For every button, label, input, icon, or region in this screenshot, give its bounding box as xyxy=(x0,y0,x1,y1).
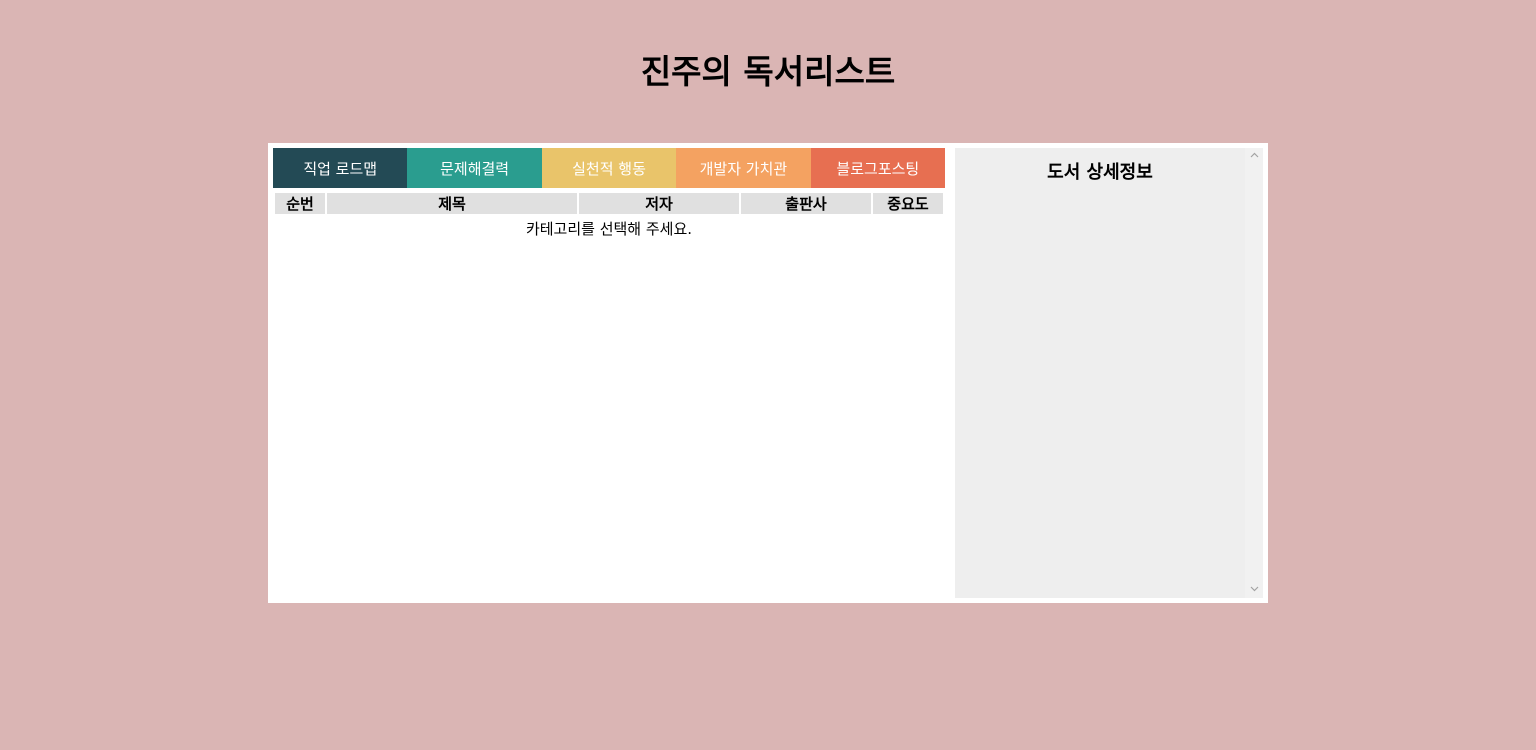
column-header-importance: 중요도 xyxy=(873,193,943,214)
chevron-up-icon[interactable] xyxy=(1245,148,1263,164)
book-table: 순번 제목 저자 출판사 중요도 카테고리를 선택해 주세요. xyxy=(273,191,945,243)
book-detail-panel: 도서 상세정보 xyxy=(955,148,1245,598)
tab-label: 블로그포스팅 xyxy=(836,159,920,178)
tab-problem-solving[interactable]: 문제해결력 xyxy=(407,148,542,188)
tab-label: 문제해결력 xyxy=(440,159,510,178)
detail-scrollbar[interactable] xyxy=(1245,148,1263,598)
column-header-title: 제목 xyxy=(327,193,577,214)
column-header-number: 순번 xyxy=(275,193,325,214)
chevron-down-icon[interactable] xyxy=(1245,582,1263,598)
tab-label: 직업 로드맵 xyxy=(303,159,378,178)
column-header-publisher: 출판사 xyxy=(741,193,871,214)
empty-message: 카테고리를 선택해 주세요. xyxy=(525,220,693,238)
main-panel: 직업 로드맵 문제해결력 실천적 행동 개발자 가치관 블로그포스팅 순번 제목… xyxy=(268,143,1268,603)
table-header-row: 순번 제목 저자 출판사 중요도 xyxy=(275,193,943,214)
book-table-container: 순번 제목 저자 출판사 중요도 카테고리를 선택해 주세요. xyxy=(273,191,945,243)
tab-label: 개발자 가치관 xyxy=(699,159,788,178)
tab-practical-action[interactable]: 실천적 행동 xyxy=(541,148,677,188)
tab-blog-posting[interactable]: 블로그포스팅 xyxy=(810,148,946,188)
column-header-author: 저자 xyxy=(579,193,739,214)
category-tabs: 직업 로드맵 문제해결력 실천적 행동 개발자 가치관 블로그포스팅 xyxy=(273,148,946,188)
table-row: 카테고리를 선택해 주세요. xyxy=(275,216,943,241)
tab-label: 실천적 행동 xyxy=(572,159,646,178)
detail-title: 도서 상세정보 xyxy=(1047,162,1153,183)
page-title: 진주의 독서리스트 xyxy=(640,52,896,91)
tab-career-roadmap[interactable]: 직업 로드맵 xyxy=(273,148,408,188)
tab-developer-values[interactable]: 개발자 가치관 xyxy=(676,148,811,188)
